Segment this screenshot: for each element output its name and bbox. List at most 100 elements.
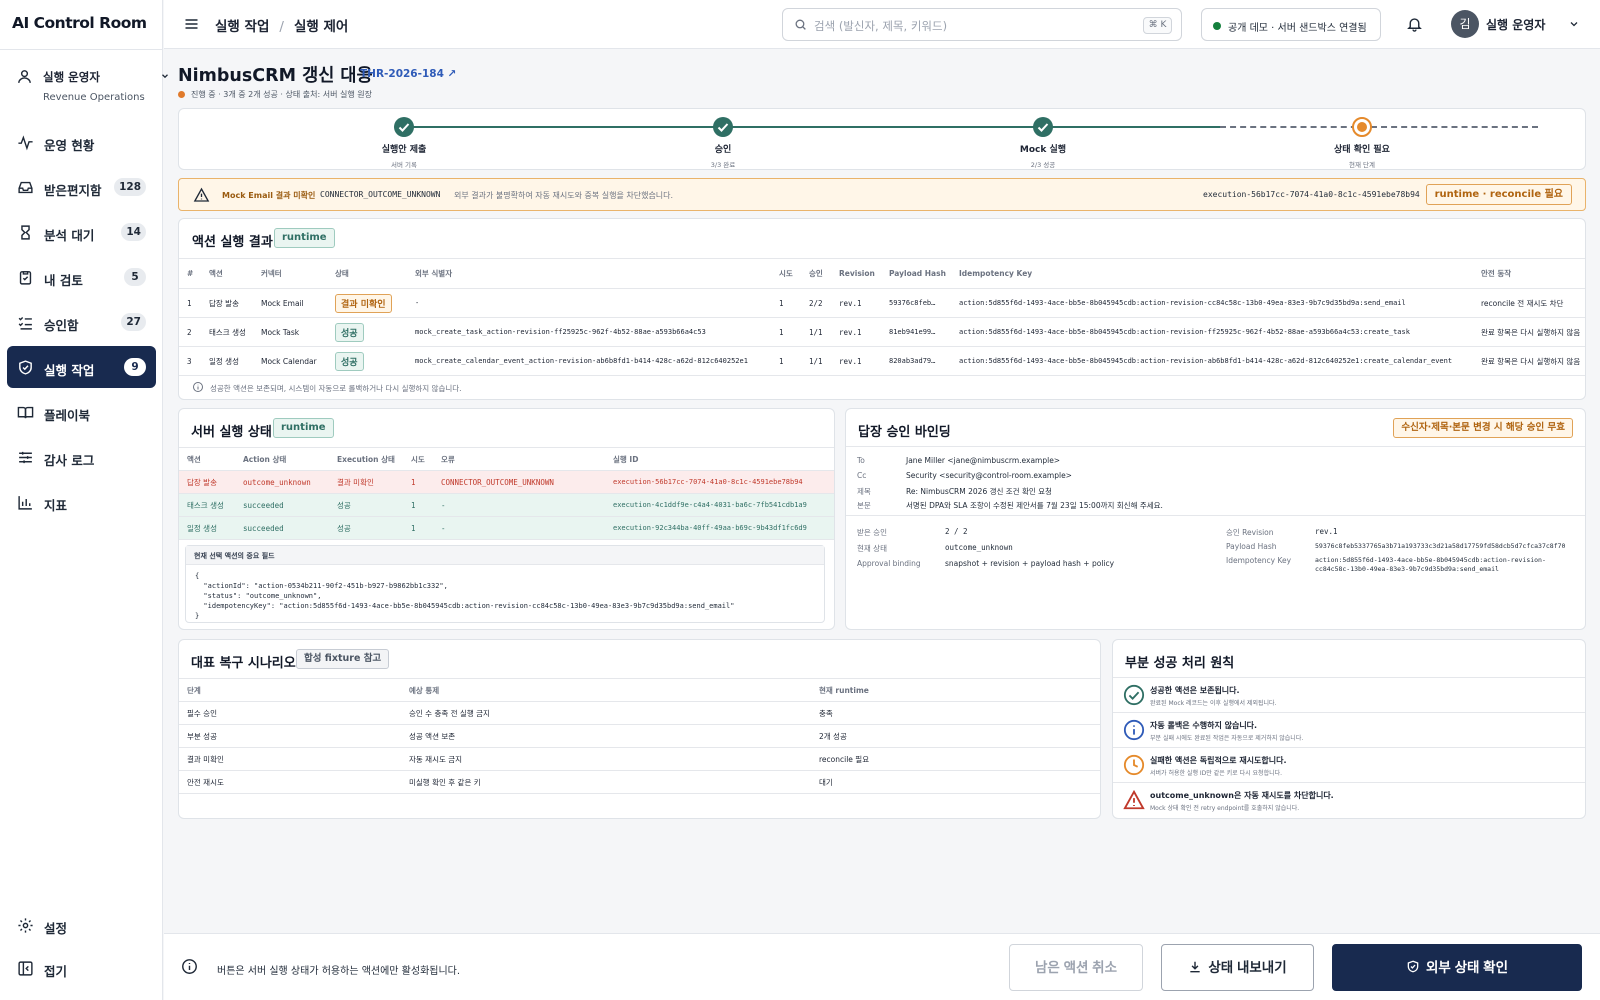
principle-item: 성공한 액션은 보존됩니다. 완료된 Mock 레코드는 이후 실행에서 제외됩… xyxy=(1113,677,1585,712)
sidebar-item-overview[interactable]: 운영 현황 xyxy=(7,121,156,163)
mail-body-key: 본문 xyxy=(857,501,871,510)
menu-icon[interactable] xyxy=(183,16,200,34)
table-row[interactable]: 태스크 생성 succeeded 성공 1 - execution-4c1ddf9e-c4… xyxy=(179,493,834,517)
table-cell: rev.1 xyxy=(839,356,862,366)
table-cell: 81eb941e99… xyxy=(889,328,936,336)
table-cell: execution-4c1ddf9e-c4a4-4031-ba6c-7fb541… xyxy=(613,501,807,509)
principle-sub: 서버가 허용한 실행 ID만 같은 키로 다시 요청합니다. xyxy=(1150,770,1283,777)
sidebar-item-label: 설정 xyxy=(44,921,68,936)
sidebar-collapse-button[interactable]: 접기 xyxy=(7,947,156,989)
search-icon xyxy=(794,18,807,33)
table-header: 단계 예상 통제 현재 runtime xyxy=(179,678,1100,702)
mail-body-value: 서명된 DPA와 SLA 조항이 수정된 제안서를 7월 23일 15:00까지… xyxy=(906,501,1163,510)
card-title: 부분 성공 처리 원칙 xyxy=(1125,656,1235,671)
table-row[interactable]: 일정 생성 succeeded 성공 1 - execution-92c344ba-40f… xyxy=(179,516,834,540)
mail-to-key: To xyxy=(857,456,865,465)
table-cell: 2개 성공 xyxy=(819,731,847,741)
principle-item: 자동 롤백은 수행하지 않습니다. 부분 실패 시에도 완료된 작업은 자동으로… xyxy=(1113,712,1585,747)
table-cell: 답장 발송 xyxy=(187,477,217,487)
runtime-tag: runtime xyxy=(274,228,335,248)
sidebar-item-executions[interactable]: 실행 작업 9 xyxy=(7,346,156,388)
table-row: 안전 재시도 미실행 확인 후 같은 키 대기 xyxy=(179,771,1100,794)
table-cell: Mock Task xyxy=(261,327,300,337)
table-cell: 부분 성공 xyxy=(187,731,217,741)
warning-title: Mock Email 결과 미확인 xyxy=(222,191,316,200)
principle-title: outcome_unknown은 자동 재시도를 차단합니다. xyxy=(1150,791,1334,800)
step-sub: 2/3 성공 xyxy=(1030,161,1056,169)
table-row[interactable]: 답장 발송 outcome_unknown 결과 미확인 1 CONNECTOR_OUT… xyxy=(179,470,834,494)
activity-icon xyxy=(17,134,34,153)
table-cell: mock_create_calendar_event_action-revisi… xyxy=(415,357,748,365)
bell-icon[interactable] xyxy=(1406,15,1423,35)
sidebar-item-analysis[interactable]: 분석 대기 14 xyxy=(7,211,156,253)
count-badge: 128 xyxy=(114,178,146,196)
table-cell: execution-56b17cc-7074-41a0-8c1c-4591ebe… xyxy=(613,478,803,486)
table-cell: 답장 발송 xyxy=(209,298,239,308)
shield-check-icon xyxy=(1407,960,1419,973)
sidebar-item-settings[interactable]: 설정 xyxy=(7,904,156,946)
avatar[interactable]: 김 xyxy=(1451,10,1479,38)
sidebar-item-my-review[interactable]: 내 검토 5 xyxy=(7,256,156,298)
chevron-down-icon[interactable] xyxy=(160,71,170,83)
card-title: 대표 복구 시나리오 xyxy=(191,656,296,671)
sliders-icon xyxy=(17,449,34,468)
sidebar-item-audit-log[interactable]: 감사 로그 xyxy=(7,436,156,478)
connection-status: 공개 데모 · 서버 샌드박스 연결됨 xyxy=(1201,8,1381,41)
table-cell: 1 xyxy=(779,298,784,308)
sidebar-item-label: 플레이북 xyxy=(44,408,91,423)
mail-subject-value: Re: NimbusCRM 2026 갱신 조건 확인 요청 xyxy=(906,487,1052,496)
principle-title: 자동 롤백은 수행하지 않습니다. xyxy=(1150,721,1258,730)
table-cell: 일정 생성 xyxy=(209,356,239,366)
table-cell: Mock Calendar xyxy=(261,356,317,366)
bar-chart-icon xyxy=(17,494,34,513)
breadcrumb-item[interactable]: 실행 작업 xyxy=(215,19,269,35)
export-state-button[interactable]: 상태 내보내기 xyxy=(1161,944,1314,991)
column-header: 시도 xyxy=(411,454,425,464)
footer-note: 버튼은 서버 실행 상태가 허용하는 액션에만 활성화됩니다. xyxy=(217,966,461,977)
search-input[interactable]: 검색 (발신자, 제목, 키워드) xyxy=(814,18,947,34)
sidebar-item-metrics[interactable]: 지표 xyxy=(7,481,156,523)
sidebar-item-approvals[interactable]: 승인함 27 xyxy=(7,301,156,343)
alert-triangle-icon xyxy=(1123,789,1145,813)
page-status: 진행 중 · 3개 중 2개 성공 · 상태 출처: 서버 실행 원장 xyxy=(178,89,372,100)
table-cell: 성공 xyxy=(337,500,351,510)
account-name[interactable]: 실행 운영자 xyxy=(1486,16,1545,33)
principle-sub: 부분 실패 시에도 완료된 작업은 자동으로 제거하지 않습니다. xyxy=(1150,735,1304,742)
sidebar-item-playbook[interactable]: 플레이북 xyxy=(7,391,156,433)
code-block: { "actionId": "action-0534b211-90f2-451b… xyxy=(195,572,735,620)
table-cell: 안전 재시도 xyxy=(187,777,224,787)
count-badge: 9 xyxy=(124,358,146,376)
confirm-external-state-button[interactable]: 외부 상태 확인 xyxy=(1332,944,1582,991)
action-footer: 버튼은 서버 실행 상태가 허용하는 액션에만 활성화됩니다. 남은 액션 취소… xyxy=(164,933,1600,1000)
cancel-remaining-button[interactable]: 남은 액션 취소 xyxy=(1009,944,1143,991)
table-row[interactable]: 1 답장 발송 Mock Email 결과 미확인 - 1 2/2 rev.1 59376c8f… xyxy=(179,289,1585,318)
table-cell: 1 xyxy=(411,523,416,533)
info-icon xyxy=(181,958,198,977)
ticket-link[interactable]: THR-2026-184 ↗ xyxy=(360,68,456,80)
state-key: 현재 상태 xyxy=(857,544,887,553)
table-cell: 2 xyxy=(187,327,192,337)
table-cell: 결과 미확인 xyxy=(327,289,407,318)
table-row: 결과 미확인 자동 재시도 금지 reconcile 필요 xyxy=(179,748,1100,771)
column-header: Action 상태 xyxy=(243,454,287,464)
approvals-value: 2 / 2 xyxy=(945,527,968,536)
sidebar-item-label: 감사 로그 xyxy=(44,453,95,468)
table-cell: 820ab3ad79… xyxy=(889,357,936,365)
table-cell: 성공 xyxy=(337,523,351,533)
mail-to-value: Jane Miller <jane@nimbuscrm.example> xyxy=(906,456,1061,465)
table-cell: 성공 액션 보존 xyxy=(409,731,456,741)
table-cell: 1/1 xyxy=(809,327,823,337)
table-cell: 3 xyxy=(187,356,192,366)
table-cell: 태스크 생성 xyxy=(187,500,224,510)
table-row[interactable]: 3 일정 생성 Mock Calendar 성공 mock_create_calenda… xyxy=(179,347,1585,376)
search-box[interactable]: 검색 (발신자, 제목, 키워드) ⌘ K xyxy=(782,8,1182,41)
binding-value: snapshot + revision + payload hash + pol… xyxy=(945,559,1115,568)
idempotency-key-value-cont: cc84c58c-13b0-49ea-83e3-9b7c9d35bd9a:sen… xyxy=(1315,565,1499,573)
sidebar-item-inbox[interactable]: 받은편지함 128 xyxy=(7,166,156,208)
chevron-down-icon[interactable] xyxy=(1568,18,1580,32)
principle-sub: Mock 상태 확인 전 retry endpoint를 호출하지 않습니다. xyxy=(1150,805,1300,812)
table-cell: - xyxy=(441,523,446,533)
table-row[interactable]: 2 태스크 생성 Mock Task 성공 mock_create_task_actio… xyxy=(179,318,1585,347)
breadcrumb: 실행 작업 / 실행 제어 xyxy=(215,15,348,35)
table-header: 액션 Action 상태 Execution 상태 시도 오류 실행 ID xyxy=(179,447,834,471)
